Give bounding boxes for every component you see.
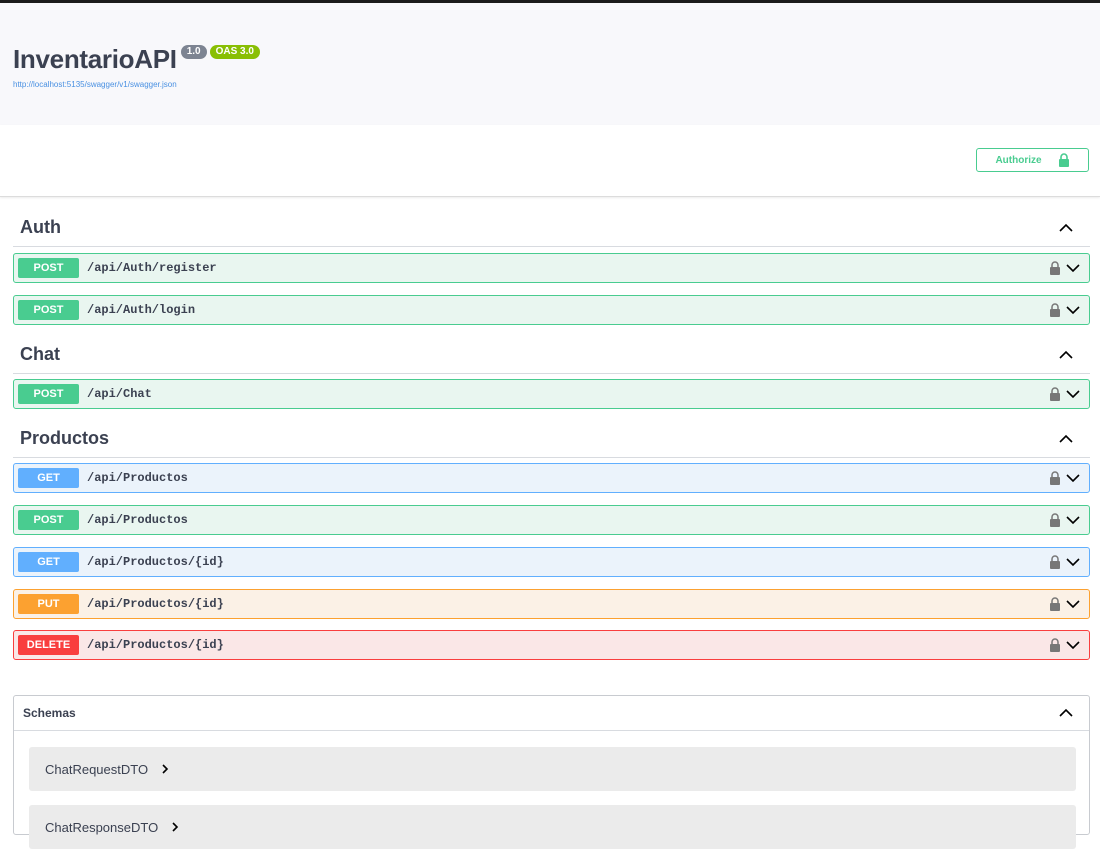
chevron-up-icon[interactable] bbox=[1058, 220, 1074, 236]
chevron-down-icon[interactable] bbox=[1066, 597, 1080, 611]
tag-name: Chat bbox=[20, 344, 60, 364]
method-badge: GET bbox=[18, 552, 79, 572]
operation-post-auth-register[interactable]: POST /api/Auth/register bbox=[13, 253, 1090, 283]
lock-icon[interactable] bbox=[1049, 513, 1061, 527]
operation-icons bbox=[1049, 471, 1080, 485]
tag-productos[interactable]: Productos bbox=[13, 420, 1090, 458]
operation-icons bbox=[1049, 513, 1080, 527]
method-badge: POST bbox=[18, 300, 79, 320]
tag-name: Auth bbox=[20, 217, 61, 237]
schemas-header[interactable]: Schemas bbox=[14, 696, 1089, 731]
chevron-up-icon[interactable] bbox=[1058, 347, 1074, 363]
chevron-down-icon[interactable] bbox=[1066, 303, 1080, 317]
operation-path: /api/Productos/{id} bbox=[87, 555, 224, 569]
lock-icon[interactable] bbox=[1049, 387, 1061, 401]
authorize-button[interactable]: Authorize bbox=[976, 148, 1089, 172]
operation-delete-producto[interactable]: DELETE /api/Productos/{id} bbox=[13, 630, 1090, 660]
method-badge: PUT bbox=[18, 594, 79, 614]
authorize-label: Authorize bbox=[995, 154, 1042, 166]
operation-post-chat[interactable]: POST /api/Chat bbox=[13, 379, 1090, 409]
operation-path: /api/Productos bbox=[87, 471, 188, 485]
schemas-title: Schemas bbox=[23, 706, 76, 720]
operation-post-productos[interactable]: POST /api/Productos bbox=[13, 505, 1090, 535]
model-name: ChatResponseDTO bbox=[45, 819, 159, 835]
model-name: ChatRequestDTO bbox=[45, 761, 149, 777]
method-badge: POST bbox=[18, 510, 79, 530]
chevron-down-icon[interactable] bbox=[1066, 471, 1080, 485]
operation-post-auth-login[interactable]: POST /api/Auth/login bbox=[13, 295, 1090, 325]
api-title-row: InventarioAPI 1.0 OAS 3.0 bbox=[13, 43, 260, 75]
method-badge: DELETE bbox=[18, 635, 79, 655]
operation-get-productos[interactable]: GET /api/Productos bbox=[13, 463, 1090, 493]
chevron-down-icon[interactable] bbox=[1066, 387, 1080, 401]
operation-path: /api/Productos bbox=[87, 513, 188, 527]
operation-icons bbox=[1049, 638, 1080, 652]
operation-path: /api/Productos/{id} bbox=[87, 597, 224, 611]
method-badge: GET bbox=[18, 468, 79, 488]
spec-url-link[interactable]: http://localhost:5135/swagger/v1/swagger… bbox=[13, 80, 177, 89]
chevron-up-icon[interactable] bbox=[1058, 705, 1074, 721]
chevron-down-icon[interactable] bbox=[1066, 513, 1080, 527]
lock-icon[interactable] bbox=[1049, 261, 1061, 275]
model-chat-response-dto[interactable]: ChatResponseDTO bbox=[29, 805, 1076, 849]
lock-icon[interactable] bbox=[1049, 597, 1061, 611]
model-chat-request-dto[interactable]: ChatRequestDTO bbox=[29, 747, 1076, 791]
operation-path: /api/Auth/register bbox=[87, 261, 217, 275]
method-badge: POST bbox=[18, 384, 79, 404]
chevron-down-icon[interactable] bbox=[1066, 555, 1080, 569]
operation-icons bbox=[1049, 555, 1080, 569]
method-badge: POST bbox=[18, 258, 79, 278]
lock-icon[interactable] bbox=[1049, 471, 1061, 485]
tag-chat[interactable]: Chat bbox=[13, 336, 1090, 374]
operation-get-producto-by-id[interactable]: GET /api/Productos/{id} bbox=[13, 547, 1090, 577]
oas-badge: OAS 3.0 bbox=[209, 45, 260, 59]
chevron-right-icon[interactable] bbox=[170, 822, 180, 832]
chevron-down-icon[interactable] bbox=[1066, 638, 1080, 652]
operation-path: /api/Chat bbox=[87, 387, 152, 401]
operation-icons bbox=[1049, 387, 1080, 401]
lock-icon[interactable] bbox=[1049, 303, 1061, 317]
operation-path: /api/Productos/{id} bbox=[87, 638, 224, 652]
api-info-section: InventarioAPI 1.0 OAS 3.0 http://localho… bbox=[0, 3, 1100, 125]
chevron-right-icon[interactable] bbox=[160, 764, 170, 774]
chevron-up-icon[interactable] bbox=[1058, 431, 1074, 447]
scheme-container: Authorize bbox=[0, 125, 1100, 197]
schemas-section: Schemas ChatRequestDTO ChatResponseDTO bbox=[13, 695, 1090, 849]
lock-icon bbox=[1058, 153, 1069, 167]
operation-icons bbox=[1049, 261, 1080, 275]
operation-put-producto[interactable]: PUT /api/Productos/{id} bbox=[13, 589, 1090, 619]
api-title: InventarioAPI bbox=[13, 44, 177, 74]
operation-icons bbox=[1049, 303, 1080, 317]
tag-auth[interactable]: Auth bbox=[13, 209, 1090, 247]
chevron-down-icon[interactable] bbox=[1066, 261, 1080, 275]
operation-icons bbox=[1049, 597, 1080, 611]
operation-path: /api/Auth/login bbox=[87, 303, 196, 317]
tag-name: Productos bbox=[20, 428, 110, 448]
version-badge: 1.0 bbox=[180, 45, 207, 59]
lock-icon[interactable] bbox=[1049, 555, 1061, 569]
lock-icon[interactable] bbox=[1049, 638, 1061, 652]
